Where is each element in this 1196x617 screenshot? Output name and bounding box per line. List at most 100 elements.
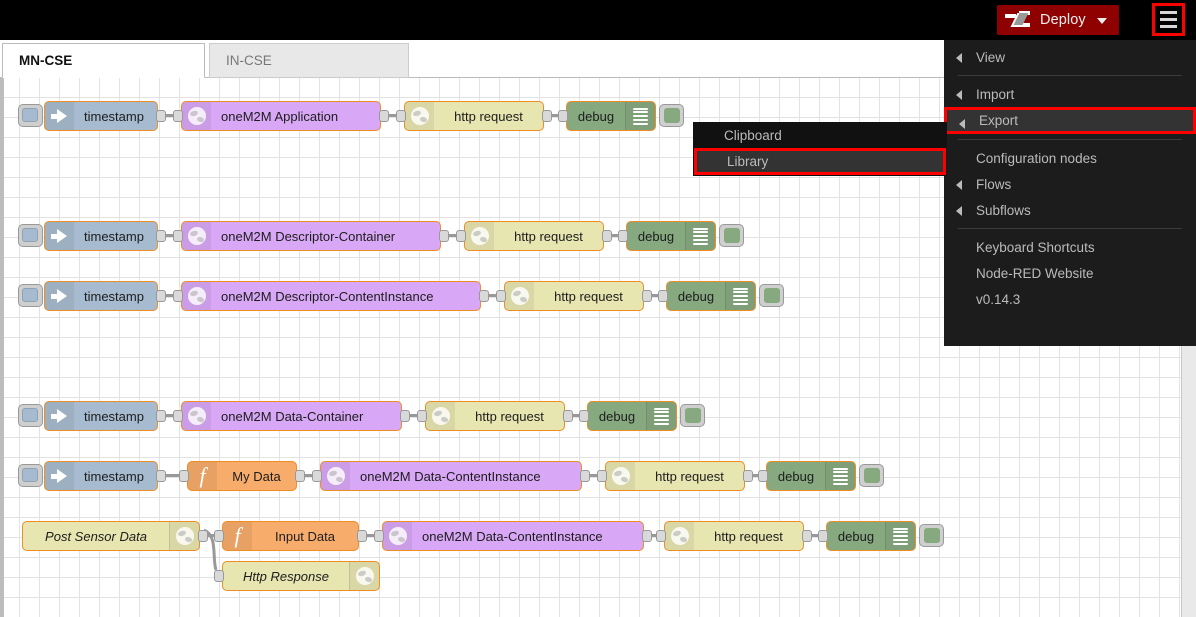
flow-node-timestamp[interactable]: timestamp	[44, 101, 158, 131]
node-input-port[interactable]	[558, 110, 568, 122]
node-output-port[interactable]	[439, 230, 449, 242]
hamburger-menu-icon[interactable]	[1152, 3, 1185, 36]
node-icon-cell: f	[223, 522, 252, 550]
flow-node-timestamp[interactable]: timestamp	[44, 401, 158, 431]
node-output-port[interactable]	[563, 410, 573, 422]
node-output-port[interactable]	[198, 530, 208, 542]
node-input-port[interactable]	[312, 470, 322, 482]
flow-wire[interactable]	[165, 474, 180, 477]
flow-node-timestamp[interactable]: timestamp	[44, 461, 158, 491]
flow-node-debug[interactable]: debug	[826, 521, 916, 551]
node-output-port[interactable]	[156, 470, 166, 482]
menu-item-node-red-website[interactable]: Node-RED Website	[944, 260, 1196, 286]
node-input-port[interactable]	[656, 530, 666, 542]
debug-toggle-button[interactable]	[719, 224, 744, 247]
menu-item-clipboard[interactable]: Clipboard	[694, 123, 946, 148]
debug-toggle-button[interactable]	[680, 404, 705, 427]
node-output-port[interactable]	[602, 230, 612, 242]
flow-node-debug[interactable]: debug	[626, 221, 716, 251]
node-input-port[interactable]	[658, 290, 668, 302]
node-output-port[interactable]	[156, 110, 166, 122]
flow-node-onem2m-data-contentinstance[interactable]: oneM2M Data-ContentInstance	[382, 521, 644, 551]
flow-node-debug[interactable]: debug	[766, 461, 856, 491]
node-output-port[interactable]	[542, 110, 552, 122]
node-input-port[interactable]	[417, 410, 427, 422]
flow-node-http-request[interactable]: http request	[605, 461, 745, 491]
flow-node-input-data[interactable]: f Input Data	[222, 521, 359, 551]
chevron-down-icon[interactable]	[1097, 18, 1107, 24]
node-input-port[interactable]	[496, 290, 506, 302]
node-output-port[interactable]	[802, 530, 812, 542]
node-input-port[interactable]	[179, 470, 189, 482]
inject-trigger-button[interactable]	[18, 104, 43, 127]
menu-item-library[interactable]: Library	[694, 148, 946, 175]
tab-mn-cse[interactable]: MN-CSE	[2, 43, 205, 78]
flow-node-debug[interactable]: debug	[566, 101, 656, 131]
node-input-port[interactable]	[456, 230, 466, 242]
inject-trigger-button[interactable]	[18, 224, 43, 247]
node-output-port[interactable]	[642, 290, 652, 302]
node-output-port[interactable]	[156, 230, 166, 242]
flow-node-http-request[interactable]: http request	[425, 401, 565, 431]
node-input-port[interactable]	[396, 110, 406, 122]
inject-trigger-button[interactable]	[18, 464, 43, 487]
flow-node-label: oneM2M Data-ContentInstance	[422, 528, 603, 544]
flow-node-onem2m-descriptor-contentinstance[interactable]: oneM2M Descriptor-ContentInstance	[181, 281, 481, 311]
flow-node-debug[interactable]: debug	[587, 401, 677, 431]
deploy-button-label: Deploy	[1040, 12, 1086, 28]
node-output-port[interactable]	[379, 110, 389, 122]
debug-toggle-button[interactable]	[919, 524, 944, 547]
flow-node-timestamp[interactable]: timestamp	[44, 281, 158, 311]
node-output-port[interactable]	[479, 290, 489, 302]
flow-node-http-request[interactable]: http request	[664, 521, 804, 551]
menu-item-export[interactable]: Export	[944, 107, 1196, 134]
node-input-port[interactable]	[173, 230, 183, 242]
node-output-port[interactable]	[400, 410, 410, 422]
node-output-port[interactable]	[156, 290, 166, 302]
node-output-port[interactable]	[642, 530, 652, 542]
menu-item-keyboard-shortcuts[interactable]: Keyboard Shortcuts	[944, 234, 1196, 260]
node-output-port[interactable]	[357, 530, 367, 542]
flow-node-http-request[interactable]: http request	[404, 101, 544, 131]
tab-in-cse[interactable]: IN-CSE	[209, 43, 409, 78]
node-input-port[interactable]	[173, 110, 183, 122]
node-input-port[interactable]	[374, 530, 384, 542]
chevron-left-icon	[956, 90, 962, 100]
flow-node-onem2m-application[interactable]: oneM2M Application	[181, 101, 381, 131]
flow-node-http-request[interactable]: http request	[464, 221, 604, 251]
flow-node-onem2m-data-container[interactable]: oneM2M Data-Container	[181, 401, 402, 431]
debug-toggle-button[interactable]	[759, 284, 784, 307]
node-output-port[interactable]	[580, 470, 590, 482]
node-input-port[interactable]	[758, 470, 768, 482]
node-input-port[interactable]	[818, 530, 828, 542]
node-input-port[interactable]	[214, 570, 224, 582]
flow-node-http-request[interactable]: http request	[504, 281, 644, 311]
node-input-port[interactable]	[173, 290, 183, 302]
inject-trigger-button[interactable]	[18, 404, 43, 427]
node-icon-cell	[426, 402, 455, 430]
flow-node-onem2m-descriptor-container[interactable]: oneM2M Descriptor-Container	[181, 221, 441, 251]
flow-node-onem2m-data-contentinstance[interactable]: oneM2M Data-ContentInstance	[320, 461, 582, 491]
menu-item-view[interactable]: View	[944, 44, 1196, 70]
node-input-port[interactable]	[214, 530, 224, 542]
inject-trigger-button[interactable]	[18, 284, 43, 307]
menu-item-flows[interactable]: Flows	[944, 171, 1196, 197]
flow-node-my-data[interactable]: f My Data	[187, 461, 297, 491]
node-input-port[interactable]	[618, 230, 628, 242]
node-input-port[interactable]	[173, 410, 183, 422]
menu-item-subflows[interactable]: Subflows	[944, 197, 1196, 223]
node-input-port[interactable]	[597, 470, 607, 482]
flow-node-http-response[interactable]: Http Response	[222, 561, 380, 591]
debug-toggle-button[interactable]	[659, 104, 684, 127]
node-output-port[interactable]	[295, 470, 305, 482]
node-input-port[interactable]	[579, 410, 589, 422]
menu-item-configuration-nodes[interactable]: Configuration nodes	[944, 145, 1196, 171]
node-output-port[interactable]	[743, 470, 753, 482]
flow-node-post-sensor-data[interactable]: Post Sensor Data	[22, 521, 200, 551]
deploy-button[interactable]: Deploy	[997, 5, 1119, 35]
flow-node-timestamp[interactable]: timestamp	[44, 221, 158, 251]
menu-item-import[interactable]: Import	[944, 81, 1196, 107]
node-output-port[interactable]	[156, 410, 166, 422]
flow-node-debug[interactable]: debug	[666, 281, 756, 311]
debug-toggle-button[interactable]	[859, 464, 884, 487]
